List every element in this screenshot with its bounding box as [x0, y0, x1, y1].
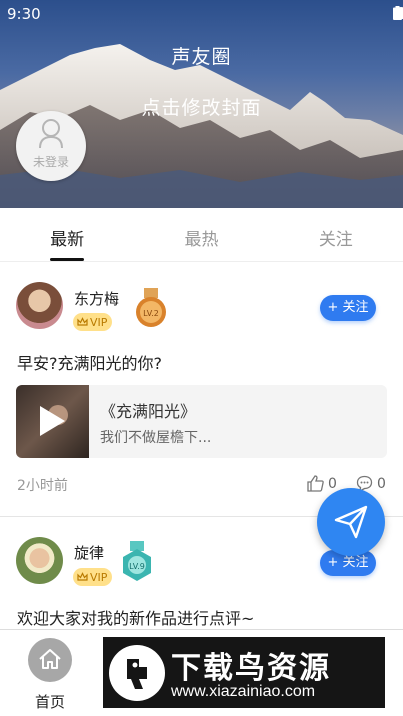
home-icon-circle — [28, 638, 72, 682]
follow-label: 关注 — [342, 300, 369, 315]
music-title: 《充满阳光》 — [100, 402, 197, 421]
home-icon — [39, 649, 61, 669]
follow-label: 关注 — [342, 555, 369, 570]
user-icon — [39, 119, 63, 149]
follow-button[interactable]: + 关注 — [320, 295, 376, 321]
post-card: 东方梅 VIP LV.2 + 关注 早安?充满阳光的你? 《充满阳光》 我们不做… — [0, 262, 403, 517]
battery-icon — [393, 6, 402, 20]
avatar[interactable] — [16, 282, 63, 329]
tab-hot[interactable]: 最热 — [134, 208, 268, 261]
compose-button[interactable] — [317, 488, 385, 556]
nav-home[interactable]: 首页 — [22, 636, 82, 714]
vip-label: VIP — [90, 315, 108, 329]
status-time: 9:30 — [7, 5, 41, 23]
post-time: 2小时前 — [17, 478, 68, 494]
bottom-nav: 首页 下载鸟资源 www.xiazainiao.com — [0, 629, 403, 716]
music-card[interactable]: 《充满阳光》 我们不做屋檐下... — [16, 385, 387, 458]
watermark-title: 下载鸟资源 — [171, 651, 331, 686]
feed-tabs: 最新 最热 关注 — [0, 208, 403, 262]
level-medal: LV.9 — [120, 541, 154, 589]
vip-label: VIP — [90, 570, 108, 584]
medal-label: LV.2 — [143, 309, 159, 318]
crown-icon — [77, 316, 88, 326]
login-label: 未登录 — [32, 155, 69, 169]
cover-image[interactable]: 9:30 声友圈 点击修改封面 未登录 — [0, 0, 403, 208]
tab-latest[interactable]: 最新 — [0, 208, 134, 261]
like-count: 0 — [328, 475, 337, 492]
comment-count: 0 — [377, 475, 386, 492]
post-text: 欢迎大家对我的新作品进行点评~ — [17, 609, 255, 628]
like-button[interactable]: 0 — [307, 475, 337, 492]
play-icon — [40, 405, 68, 436]
crown-icon — [77, 571, 88, 581]
author-name[interactable]: 旋律 — [74, 542, 104, 563]
status-bar: 9:30 — [0, 0, 403, 28]
thumbs-up-icon — [307, 475, 324, 492]
music-desc: 我们不做屋檐下... — [100, 430, 212, 446]
tab-following[interactable]: 关注 — [269, 208, 403, 261]
login-avatar[interactable]: 未登录 — [16, 111, 86, 181]
music-thumbnail — [16, 385, 89, 458]
author-name[interactable]: 东方梅 — [74, 288, 119, 309]
bird-logo-icon — [127, 659, 147, 689]
medal-icon: LV.9 — [123, 541, 151, 581]
medal-icon: LV.2 — [136, 288, 166, 327]
nav-home-label: 首页 — [34, 693, 65, 711]
send-icon — [334, 505, 368, 539]
avatar[interactable] — [16, 537, 63, 584]
medal-label: LV.9 — [129, 562, 145, 571]
level-medal: LV.2 — [135, 288, 167, 332]
watermark-url: www.xiazainiao.com — [171, 683, 316, 700]
page-title: 声友圈 — [171, 46, 232, 68]
vip-badge: VIP — [73, 313, 112, 331]
post-text: 早安?充满阳光的你? — [17, 354, 162, 373]
vip-badge: VIP — [73, 568, 112, 586]
watermark-banner: 下载鸟资源 www.xiazainiao.com — [103, 637, 385, 708]
watermark-logo — [109, 645, 165, 701]
